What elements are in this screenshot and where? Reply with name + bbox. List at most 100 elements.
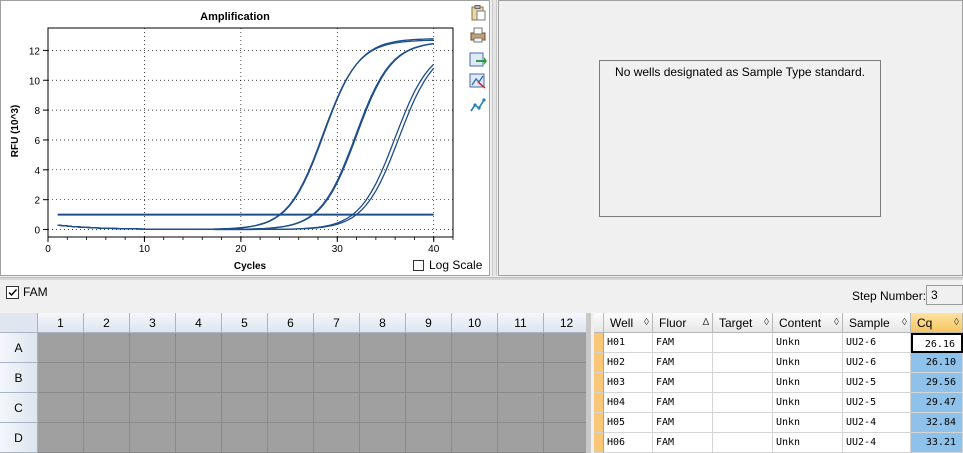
cell-content[interactable]: Unkn <box>773 333 843 353</box>
plate-well[interactable] <box>130 393 176 423</box>
cell-cq[interactable]: 29.47 <box>911 393 963 413</box>
cell-content[interactable]: Unkn <box>773 353 843 373</box>
plate-well[interactable] <box>544 333 590 363</box>
plate-column-header[interactable]: 8 <box>360 313 406 333</box>
cell-cq[interactable]: 32.84 <box>911 413 963 433</box>
cell-sample[interactable]: UU2-4 <box>843 413 911 433</box>
cell-sample[interactable]: UU2-4 <box>843 433 911 453</box>
cell-target[interactable] <box>713 353 773 373</box>
plate-well[interactable] <box>38 363 84 393</box>
plate-column-header[interactable]: 5 <box>222 313 268 333</box>
plate-column-header[interactable]: 1 <box>38 313 84 333</box>
plate-well[interactable] <box>498 333 544 363</box>
log-scale-checkbox[interactable] <box>413 259 424 271</box>
cell-target[interactable] <box>713 393 773 413</box>
cell-sample[interactable]: UU2-6 <box>843 353 911 373</box>
cell-target[interactable] <box>713 413 773 433</box>
fam-filter[interactable]: FAM <box>6 285 48 299</box>
plate-well[interactable] <box>406 423 452 453</box>
results-corner[interactable] <box>594 313 604 333</box>
row-selector[interactable] <box>594 393 604 413</box>
plate-well[interactable] <box>268 363 314 393</box>
plate-corner[interactable] <box>0 313 38 333</box>
plate-well[interactable] <box>452 423 498 453</box>
plate-well[interactable] <box>222 363 268 393</box>
plate-column-header[interactable]: 7 <box>314 313 360 333</box>
sort-icon[interactable]: ◊ <box>902 313 907 333</box>
plate-well[interactable] <box>84 333 130 363</box>
vertical-splitter[interactable] <box>492 0 497 276</box>
plate-well[interactable] <box>406 333 452 363</box>
plate-well[interactable] <box>314 363 360 393</box>
column-header-sample[interactable]: Sample ◊ <box>843 313 911 333</box>
plate-well[interactable] <box>360 423 406 453</box>
cell-well[interactable]: H05 <box>604 413 653 433</box>
cell-target[interactable] <box>713 333 773 353</box>
cell-sample[interactable]: UU2-5 <box>843 393 911 413</box>
plate-column-header[interactable]: 9 <box>406 313 452 333</box>
plate-column-header[interactable]: 6 <box>268 313 314 333</box>
sort-icon[interactable]: ◊ <box>834 313 839 333</box>
cell-well[interactable]: H06 <box>604 433 653 453</box>
plate-column-header[interactable]: 3 <box>130 313 176 333</box>
plate-well[interactable] <box>360 333 406 363</box>
plate-column-header[interactable]: 4 <box>176 313 222 333</box>
cell-target[interactable] <box>713 433 773 453</box>
cell-fluor[interactable]: FAM <box>653 333 713 353</box>
cell-content[interactable]: Unkn <box>773 413 843 433</box>
amplification-chart[interactable]: Amplification 0 10 20 30 40024681012 Cycles … <box>1 1 491 277</box>
plate-well[interactable] <box>38 333 84 363</box>
sort-icon[interactable]: ∆ <box>703 313 709 333</box>
cell-sample[interactable]: UU2-5 <box>843 373 911 393</box>
plate-column-header[interactable]: 12 <box>544 313 590 333</box>
plate-well[interactable] <box>498 393 544 423</box>
cell-well[interactable]: H03 <box>604 373 653 393</box>
row-selector[interactable] <box>594 433 604 453</box>
row-selector[interactable] <box>594 413 604 433</box>
plate-well[interactable] <box>314 393 360 423</box>
plate-well[interactable] <box>314 423 360 453</box>
plate-well[interactable] <box>544 393 590 423</box>
plate-well[interactable] <box>498 363 544 393</box>
row-selector[interactable] <box>594 373 604 393</box>
plate-row-header[interactable]: D <box>0 423 38 453</box>
plate-well[interactable] <box>360 363 406 393</box>
column-header-target[interactable]: Target ◊ <box>713 313 773 333</box>
cell-fluor[interactable]: FAM <box>653 433 713 453</box>
column-header-cq[interactable]: Cq ◊ <box>911 313 963 333</box>
clipboard-icon[interactable] <box>469 5 487 21</box>
plate-well[interactable] <box>84 363 130 393</box>
cell-fluor[interactable]: FAM <box>653 413 713 433</box>
plate-well[interactable] <box>268 393 314 423</box>
plate-well[interactable] <box>268 333 314 363</box>
sort-icon[interactable]: ◊ <box>764 313 769 333</box>
column-header-well[interactable]: Well ◊ <box>604 313 653 333</box>
cell-cq[interactable]: 26.16 <box>911 333 963 353</box>
log-scale-toggle[interactable]: Log Scale <box>413 257 482 273</box>
sort-icon[interactable]: ◊ <box>644 313 649 333</box>
plate-well[interactable] <box>498 423 544 453</box>
plate-scrollbar[interactable] <box>586 313 591 453</box>
plate-well[interactable] <box>222 393 268 423</box>
plate-well[interactable] <box>222 423 268 453</box>
plate-well[interactable] <box>452 393 498 423</box>
plate-column-header[interactable]: 2 <box>84 313 130 333</box>
plate-well[interactable] <box>176 363 222 393</box>
plate-well[interactable] <box>84 423 130 453</box>
plate-well[interactable] <box>176 423 222 453</box>
plate-well[interactable] <box>314 333 360 363</box>
cell-well[interactable]: H02 <box>604 353 653 373</box>
results-table[interactable]: Well ◊ Fluor ∆ Target ◊ Content ◊ Sample ◊ Cq ◊ H01 F… <box>594 313 963 453</box>
cell-content[interactable]: Unkn <box>773 433 843 453</box>
cell-cq[interactable]: 26.10 <box>911 353 963 373</box>
plate-well[interactable] <box>130 423 176 453</box>
plate-column-header[interactable]: 11 <box>498 313 544 333</box>
cell-fluor[interactable]: FAM <box>653 373 713 393</box>
plate-row-header[interactable]: A <box>0 333 38 363</box>
cell-cq[interactable]: 33.21 <box>911 433 963 453</box>
plate-well[interactable] <box>84 393 130 423</box>
fam-checkbox[interactable] <box>6 285 19 299</box>
plate-well[interactable] <box>176 393 222 423</box>
plate-row-header[interactable]: B <box>0 363 38 393</box>
row-selector[interactable] <box>594 333 604 353</box>
